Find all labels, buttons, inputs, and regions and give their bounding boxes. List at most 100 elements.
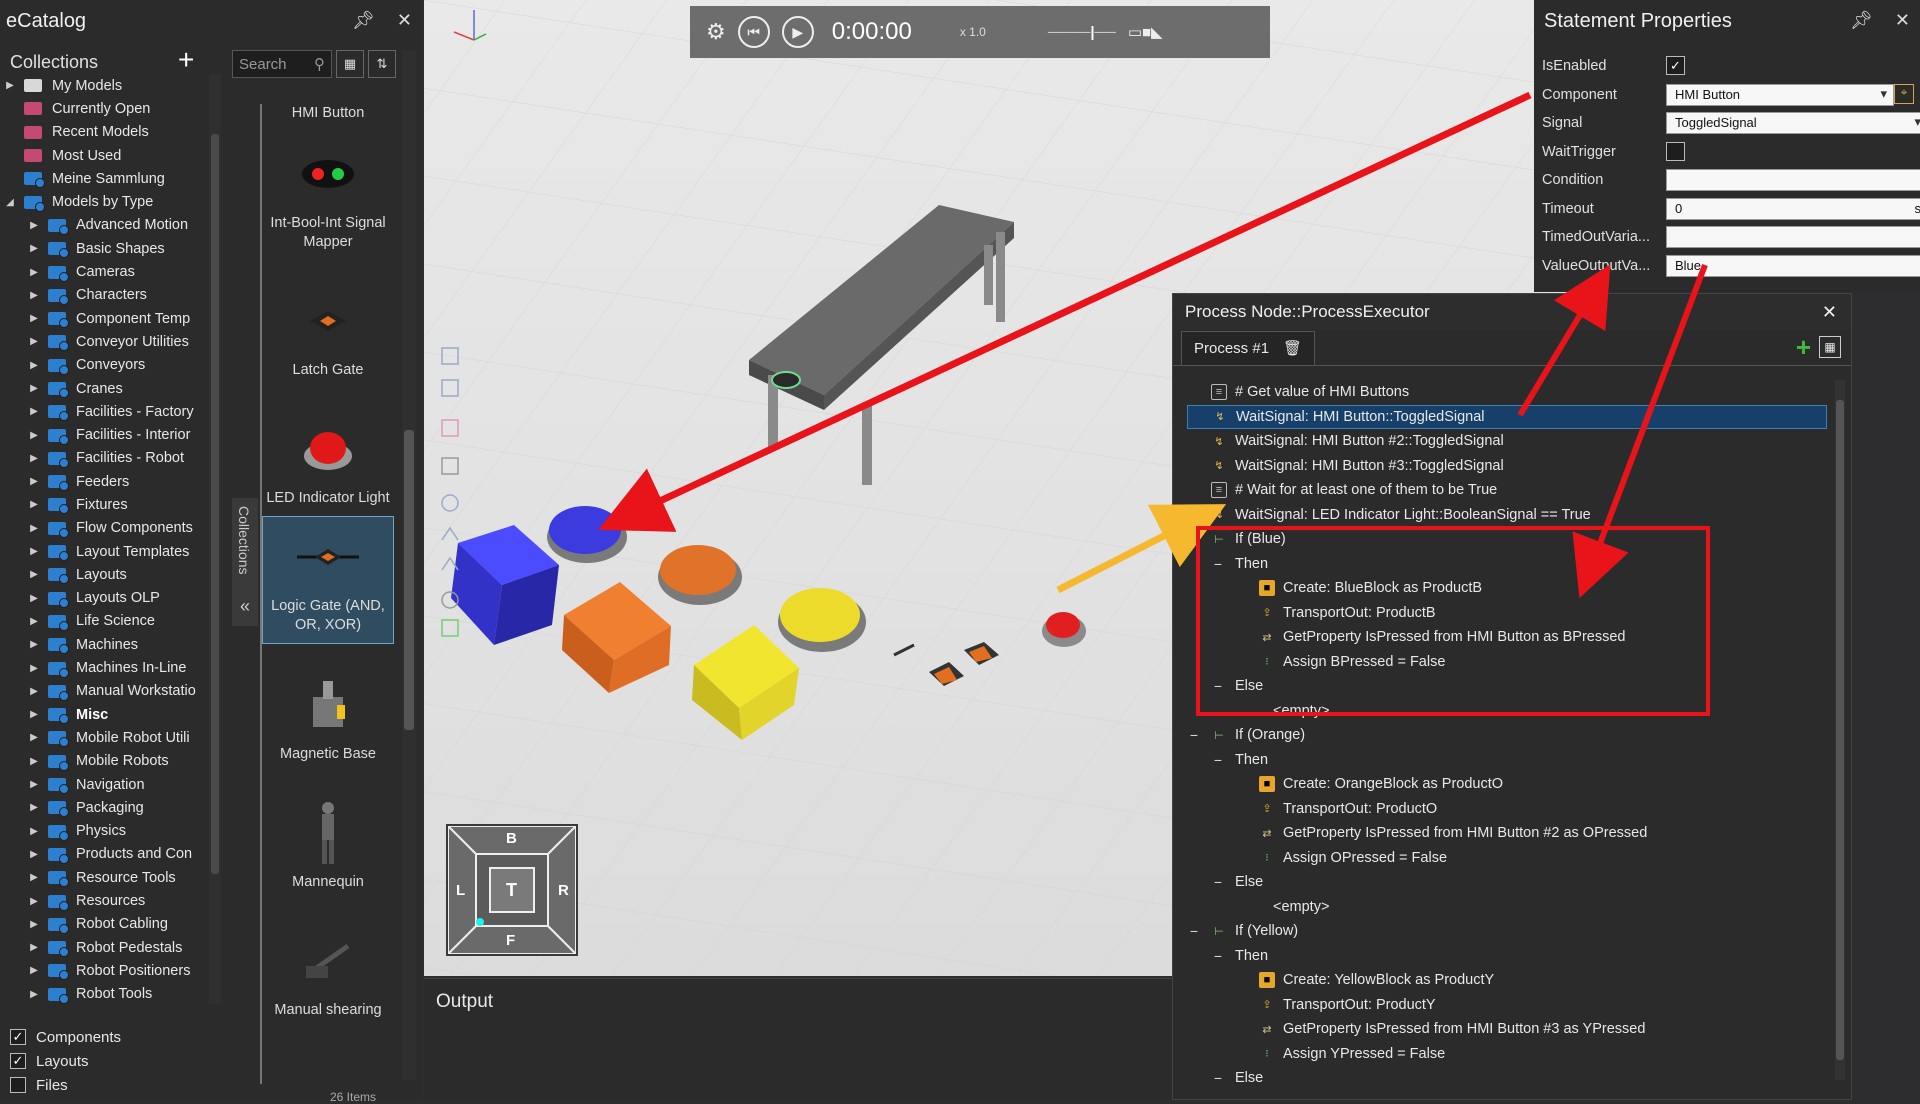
statement-row[interactable]: −⊢If (Blue) bbox=[1187, 527, 1827, 552]
expand-caret-icon[interactable]: ▶ bbox=[28, 849, 40, 860]
statement-row[interactable]: ⇄GetProperty IsPressed from HMI Button a… bbox=[1187, 625, 1827, 650]
tree-item[interactable]: ▶Robot Cabling bbox=[0, 913, 210, 936]
expand-caret-icon[interactable]: ▶ bbox=[28, 779, 40, 790]
tree-item[interactable]: ▶Robot Tools bbox=[0, 983, 210, 1004]
collapse-icon[interactable]: − bbox=[1211, 678, 1225, 694]
prop-value-field[interactable] bbox=[1666, 169, 1920, 191]
expand-caret-icon[interactable]: ▶ bbox=[28, 663, 40, 674]
expand-caret-icon[interactable]: ▶ bbox=[28, 453, 40, 464]
statement-row[interactable]: ↯WaitSignal: HMI Button #2::ToggledSigna… bbox=[1187, 429, 1827, 454]
expand-caret-icon[interactable]: ◢ bbox=[4, 197, 16, 208]
tree-item[interactable]: Meine Sammlung bbox=[0, 167, 210, 190]
play-button[interactable]: ▶ bbox=[782, 16, 814, 48]
tree-item[interactable]: ▶Navigation bbox=[0, 773, 210, 796]
expand-caret-icon[interactable]: ▶ bbox=[28, 872, 40, 883]
catalog-item[interactable]: Mannequin bbox=[262, 772, 394, 900]
expand-caret-icon[interactable]: ▶ bbox=[28, 802, 40, 813]
expand-caret-icon[interactable]: ▶ bbox=[28, 523, 40, 534]
collapse-icon[interactable]: − bbox=[1211, 948, 1225, 964]
tree-item[interactable]: ▶Packaging bbox=[0, 796, 210, 819]
close-icon[interactable]: ✕ bbox=[1895, 10, 1910, 31]
tree-item[interactable]: ▶Cameras bbox=[0, 260, 210, 283]
expand-caret-icon[interactable]: ▶ bbox=[28, 499, 40, 510]
expand-caret-icon[interactable]: ▶ bbox=[28, 919, 40, 930]
checkbox[interactable]: ✓ bbox=[10, 1053, 26, 1069]
collapse-icon[interactable]: − bbox=[1211, 1070, 1225, 1086]
expand-caret-icon[interactable]: ▶ bbox=[28, 942, 40, 953]
record-icon[interactable]: ▭■◣ bbox=[1128, 23, 1163, 41]
tree-item[interactable]: Recent Models bbox=[0, 121, 210, 144]
tree-item[interactable]: Most Used bbox=[0, 144, 210, 167]
expand-caret-icon[interactable]: ▶ bbox=[28, 593, 40, 604]
statement-row[interactable]: ⇄GetProperty IsPressed from HMI Button #… bbox=[1187, 1017, 1827, 1042]
tree-item[interactable]: ▶Physics bbox=[0, 820, 210, 843]
tree-item[interactable]: ▶Fixtures bbox=[0, 493, 210, 516]
statement-row[interactable]: <empty> bbox=[1187, 895, 1827, 920]
prop-value-field[interactable]: 0s bbox=[1666, 198, 1920, 220]
statement-row[interactable]: <empty> bbox=[1187, 699, 1827, 724]
catalog-item[interactable] bbox=[262, 1028, 394, 1084]
expand-caret-icon[interactable]: ▶ bbox=[28, 336, 40, 347]
checkbox[interactable]: ✓ bbox=[10, 1029, 26, 1045]
sort-icon[interactable]: ⇅ bbox=[368, 50, 396, 78]
expand-caret-icon[interactable]: ▶ bbox=[28, 639, 40, 650]
statement-row[interactable]: ⁝Assign YPressed = False bbox=[1187, 1042, 1827, 1067]
catalog-item[interactable]: LED Indicator Light bbox=[262, 388, 394, 516]
tree-item[interactable]: ▶Advanced Motion bbox=[0, 214, 210, 237]
prop-checkbox[interactable]: ✓ bbox=[1666, 56, 1685, 75]
statement-row[interactable]: −Else bbox=[1187, 870, 1827, 895]
collections-scrollbar[interactable] bbox=[209, 74, 221, 1004]
prop-value-field[interactable]: ToggledSignal bbox=[1666, 112, 1920, 134]
tree-item[interactable]: ▶Flow Components bbox=[0, 517, 210, 540]
tree-item[interactable]: ▶Manual Workstatio bbox=[0, 680, 210, 703]
catalog-item[interactable]: Latch Gate bbox=[262, 260, 394, 388]
collapse-icon[interactable]: − bbox=[1187, 727, 1201, 743]
collapse-icon[interactable]: − bbox=[1187, 531, 1201, 547]
expand-caret-icon[interactable]: ▶ bbox=[28, 360, 40, 371]
expand-caret-icon[interactable]: ▶ bbox=[28, 267, 40, 278]
nav-face-bottom[interactable]: F bbox=[506, 932, 515, 949]
statement-row[interactable]: −Then bbox=[1187, 944, 1827, 969]
statement-row[interactable]: −⊢If (Orange) bbox=[1187, 723, 1827, 748]
tree-item[interactable]: ▶Characters bbox=[0, 284, 210, 307]
collapse-icon[interactable]: − bbox=[1211, 874, 1225, 890]
statement-scrollbar[interactable] bbox=[1835, 380, 1845, 1080]
tree-item[interactable]: ▶Resources bbox=[0, 889, 210, 912]
expand-caret-icon[interactable]: ▶ bbox=[28, 313, 40, 324]
tree-item[interactable]: ▶Feeders bbox=[0, 470, 210, 493]
statement-row[interactable]: ⁝Assign OPressed = False bbox=[1187, 846, 1827, 871]
tree-item[interactable]: ▶Misc bbox=[0, 703, 210, 726]
expand-caret-icon[interactable]: ▶ bbox=[28, 826, 40, 837]
tree-item[interactable]: ▶Machines In-Line bbox=[0, 656, 210, 679]
catalog-item[interactable]: Int-Bool-Int Signal Mapper bbox=[262, 132, 394, 260]
settings-gear-icon[interactable]: ⚙ bbox=[706, 19, 726, 45]
statement-row[interactable]: ↯WaitSignal: HMI Button::ToggledSignal bbox=[1187, 405, 1827, 430]
search-input[interactable]: Search ⚲ bbox=[232, 50, 332, 78]
reset-button[interactable]: ⏮ bbox=[738, 16, 770, 48]
filter-layouts[interactable]: ✓Layouts bbox=[10, 1049, 121, 1073]
collapse-icon[interactable]: − bbox=[1187, 923, 1201, 939]
nav-face-right[interactable]: R bbox=[558, 882, 569, 899]
tree-item[interactable]: ▶Machines bbox=[0, 633, 210, 656]
statement-row[interactable]: −⊢If (Yellow) bbox=[1187, 919, 1827, 944]
expand-caret-icon[interactable]: ▶ bbox=[28, 686, 40, 697]
statement-row[interactable]: −Then bbox=[1187, 748, 1827, 773]
tree-item[interactable]: ▶Robot Positioners bbox=[0, 959, 210, 982]
tree-item[interactable]: ▶Products and Con bbox=[0, 843, 210, 866]
pin-icon[interactable]: 📌︎ bbox=[352, 10, 375, 31]
collapse-chevrons-icon[interactable]: « bbox=[232, 596, 258, 626]
tab-process-1[interactable]: Process #1 🗑︎ bbox=[1181, 331, 1315, 365]
grid-icon[interactable]: ▦ bbox=[1819, 336, 1841, 358]
tree-item[interactable]: ▶Facilities - Robot bbox=[0, 447, 210, 470]
component-picker-icon[interactable]: ⌖ bbox=[1894, 84, 1914, 104]
checkbox[interactable] bbox=[10, 1077, 26, 1093]
tree-item[interactable]: ▶Facilities - Interior bbox=[0, 423, 210, 446]
prop-value-field[interactable]: Blue bbox=[1666, 255, 1920, 277]
tree-item[interactable]: ▶Life Science bbox=[0, 610, 210, 633]
nav-face-center[interactable]: T bbox=[506, 880, 517, 901]
filter-components[interactable]: ✓Components bbox=[10, 1025, 121, 1049]
tree-item[interactable]: ▶Facilities - Factory bbox=[0, 400, 210, 423]
catalog-item[interactable]: Magnetic Base bbox=[262, 644, 394, 772]
expand-caret-icon[interactable]: ▶ bbox=[4, 80, 16, 91]
pin-icon[interactable]: 📌︎ bbox=[1850, 10, 1873, 31]
